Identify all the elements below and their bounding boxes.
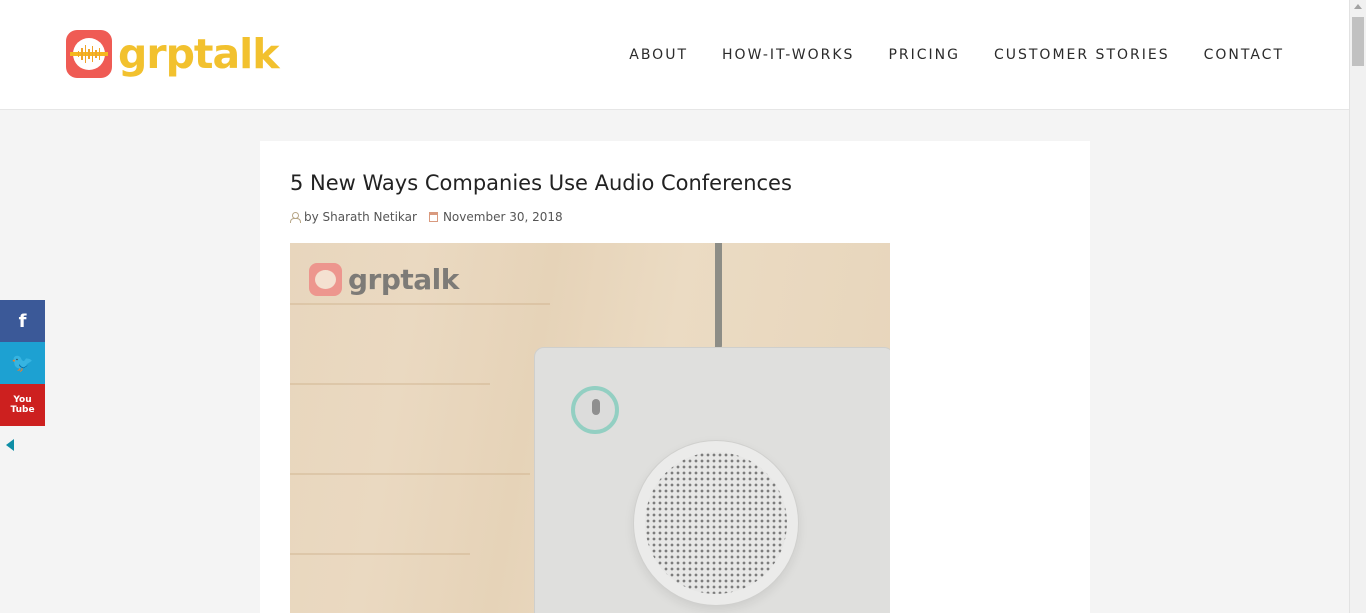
- grptalk-watermark-icon: [309, 263, 342, 296]
- speaker-grille: [633, 440, 799, 606]
- conference-speakerphone: [534, 347, 890, 613]
- article-card: 5 New Ways Companies Use Audio Conferenc…: [260, 141, 1090, 613]
- article-date: November 30, 2018: [442, 210, 563, 224]
- mute-mic-icon: [571, 386, 619, 434]
- site-header: grptalk ABOUT HOW-IT-WORKS PRICING CUSTO…: [0, 0, 1349, 110]
- nav-item-about[interactable]: ABOUT: [629, 47, 688, 63]
- collapse-arrow-icon[interactable]: [6, 439, 14, 451]
- nav-item-pricing[interactable]: PRICING: [888, 47, 960, 63]
- nav-item-customer-stories[interactable]: CUSTOMER STORIES: [994, 47, 1170, 63]
- user-icon: [290, 212, 301, 223]
- article-title[interactable]: 5 New Ways Companies Use Audio Conferenc…: [290, 171, 792, 195]
- facebook-icon[interactable]: f: [0, 300, 45, 342]
- article-meta: by Sharath Netikar November 30, 2018: [290, 210, 563, 224]
- image-watermark-logo: grptalk: [309, 263, 459, 296]
- scrollbar-thumb[interactable]: [1352, 17, 1364, 66]
- twitter-icon[interactable]: 🐦: [0, 342, 45, 384]
- nav-item-contact[interactable]: CONTACT: [1204, 47, 1284, 63]
- youtube-glyph-top: You: [13, 395, 32, 405]
- grptalk-logo-icon: [66, 30, 112, 78]
- scroll-up-arrow-icon[interactable]: [1354, 4, 1362, 9]
- youtube-glyph-bottom: Tube: [10, 405, 35, 415]
- device-cable: [714, 243, 722, 353]
- social-share-bar: f 🐦 You Tube: [0, 300, 45, 426]
- article-date-wrap: November 30, 2018: [428, 210, 563, 224]
- image-watermark-text: grptalk: [348, 263, 459, 296]
- youtube-icon[interactable]: You Tube: [0, 384, 45, 426]
- nav-item-how-it-works[interactable]: HOW-IT-WORKS: [722, 47, 854, 63]
- calendar-icon: [428, 212, 438, 222]
- facebook-glyph: f: [18, 310, 27, 332]
- main-nav: ABOUT HOW-IT-WORKS PRICING CUSTOMER STOR…: [629, 47, 1284, 63]
- site-logo[interactable]: grptalk: [66, 29, 280, 78]
- page-scrollbar[interactable]: [1349, 0, 1366, 613]
- twitter-glyph: 🐦: [11, 352, 34, 373]
- featured-image[interactable]: grptalk: [290, 243, 890, 613]
- logo-text: grptalk: [118, 29, 280, 78]
- article-author[interactable]: by Sharath Netikar: [304, 210, 417, 224]
